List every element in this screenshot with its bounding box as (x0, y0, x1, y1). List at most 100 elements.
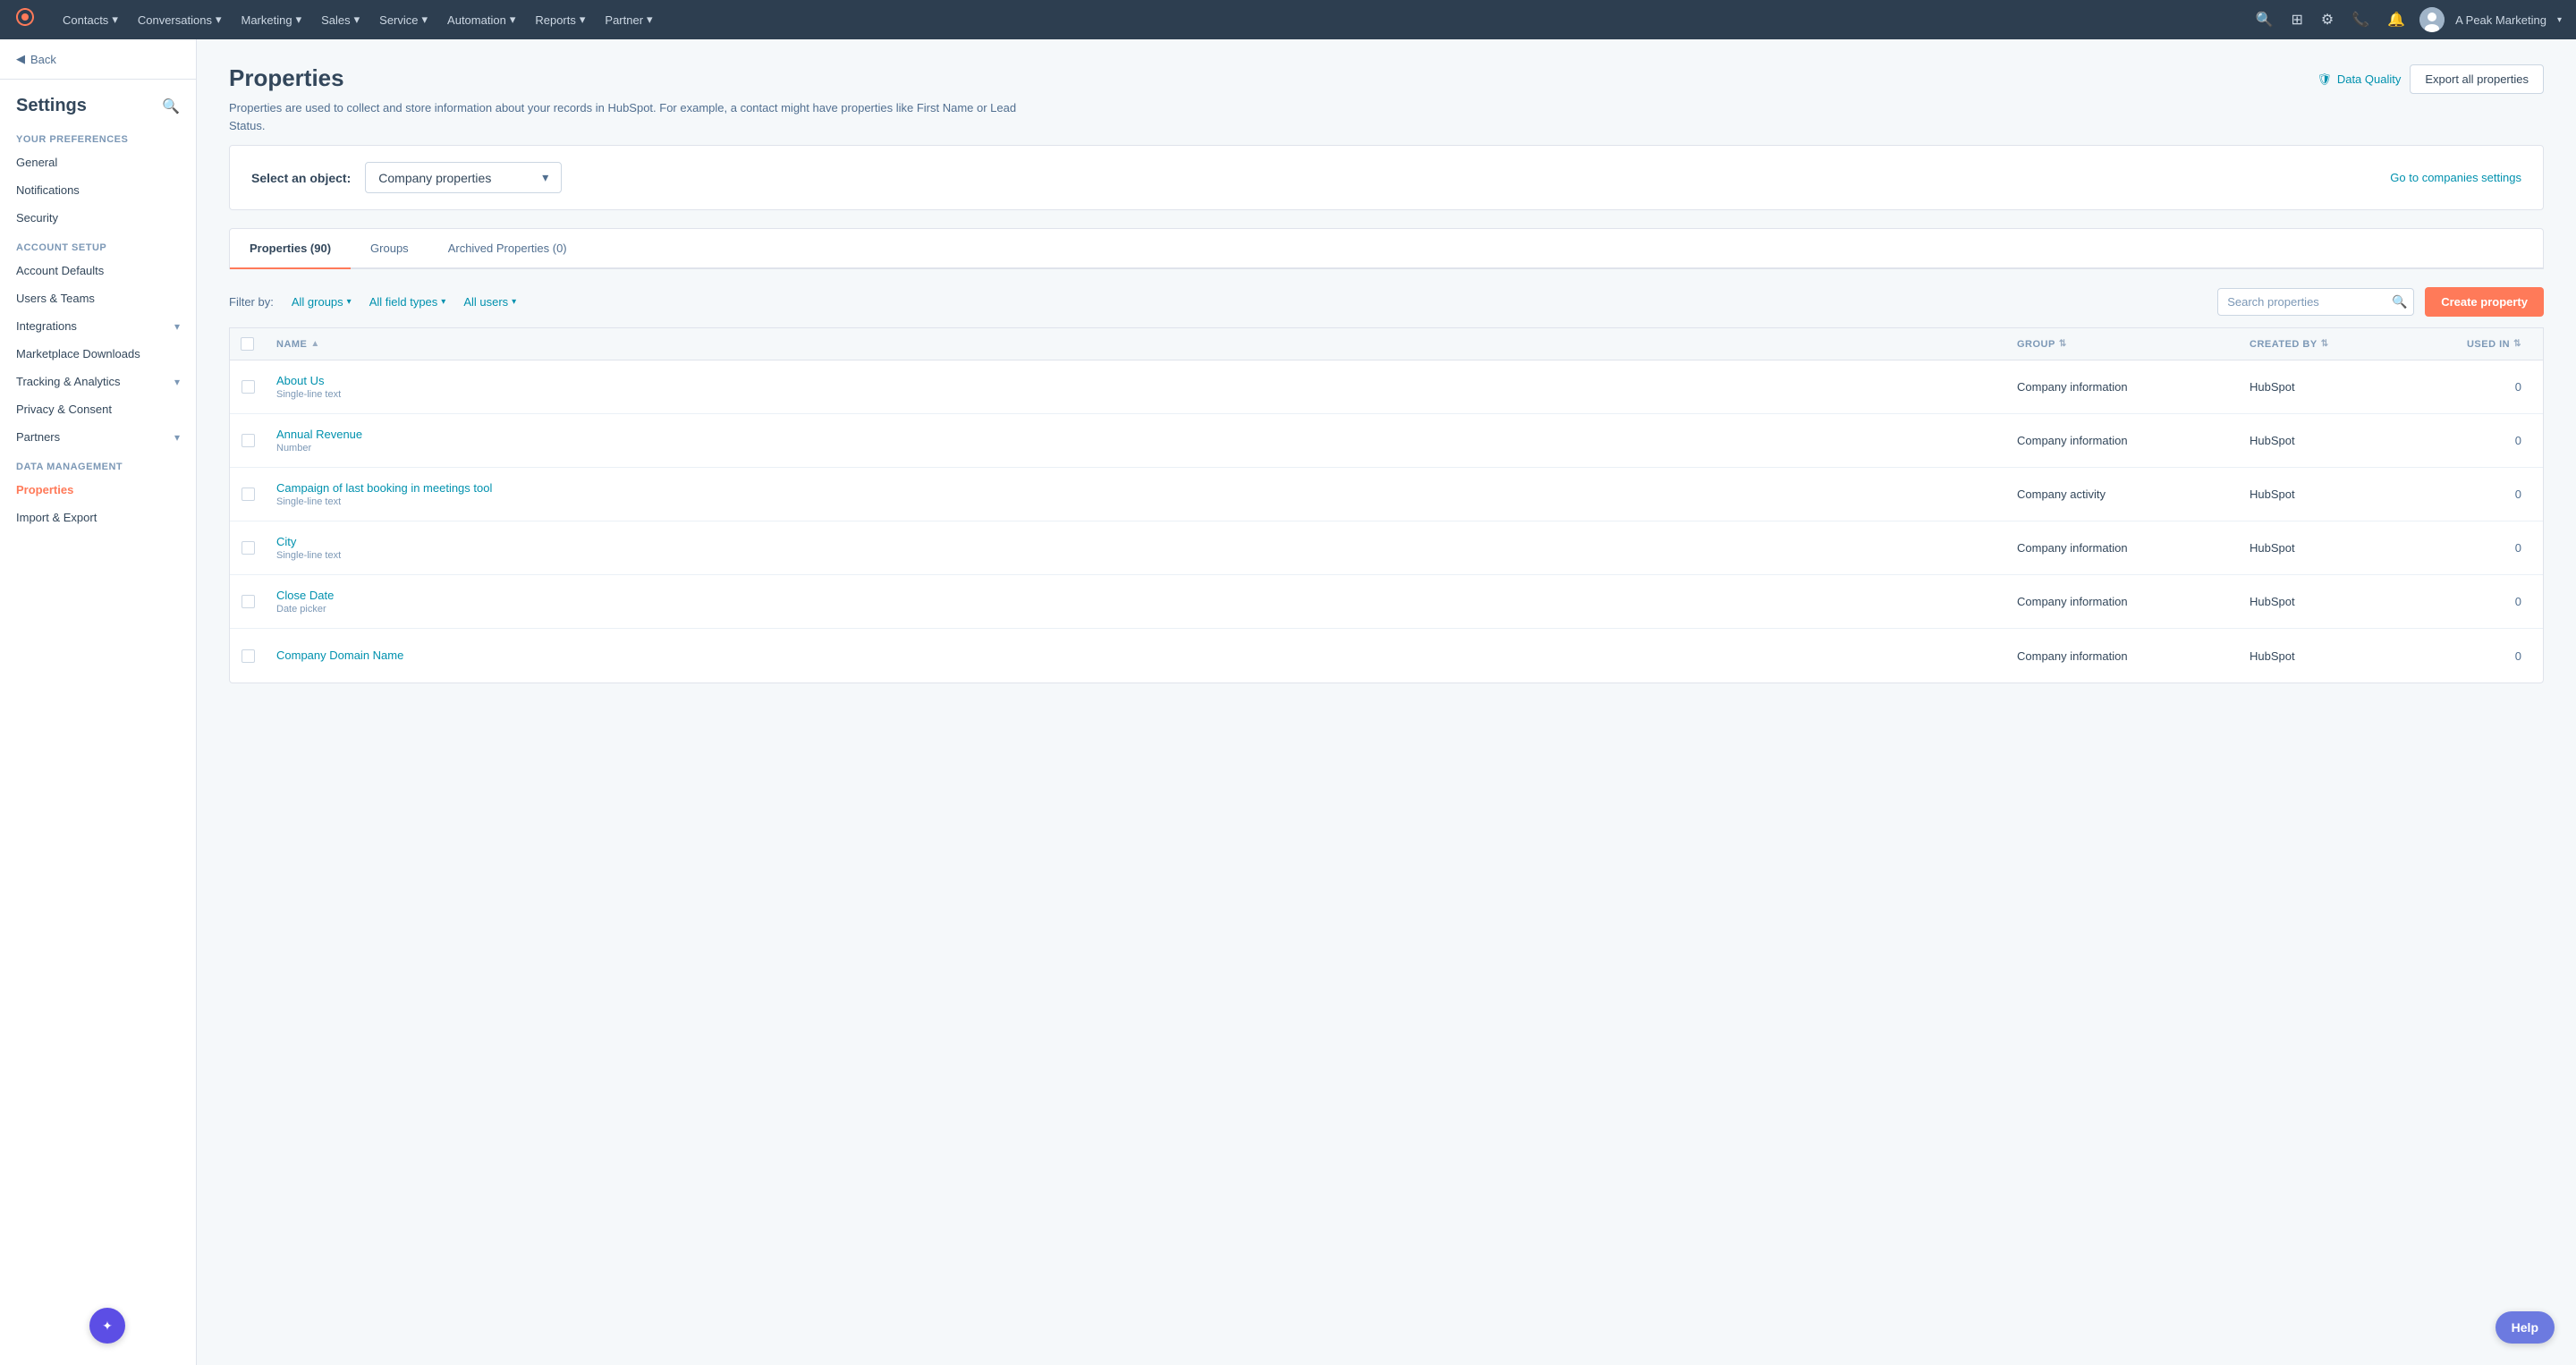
nav-contacts[interactable]: Contacts ▾ (54, 7, 127, 32)
nav-sales[interactable]: Sales ▾ (312, 7, 369, 32)
export-button[interactable]: Export all properties (2410, 64, 2544, 94)
hubspot-logo[interactable] (14, 6, 36, 33)
account-name[interactable]: A Peak Marketing (2455, 13, 2546, 27)
row-4-name[interactable]: Close Date (276, 589, 334, 602)
th-checkbox (230, 337, 266, 351)
sidebar-item-tracking[interactable]: Tracking & Analytics ▾ (0, 368, 196, 395)
row-0-checkbox[interactable] (242, 380, 255, 394)
created-by-sort-icon: ⇅ (2321, 339, 2329, 349)
table-row: Campaign of last booking in meetings too… (230, 468, 2543, 521)
th-name[interactable]: NAME ▲ (266, 337, 2006, 351)
sidebar-item-partners[interactable]: Partners ▾ (0, 423, 196, 451)
row-0-created-by: HubSpot (2239, 369, 2418, 404)
sidebar-item-security[interactable]: Security (0, 204, 196, 232)
filter-all-users[interactable]: All users ▾ (454, 290, 525, 314)
row-3-checkbox[interactable] (242, 541, 255, 555)
tab-groups[interactable]: Groups (351, 229, 428, 269)
ai-widget[interactable]: ✦ (89, 1308, 125, 1344)
table-row: Close Date Date picker Company informati… (230, 575, 2543, 629)
row-1-created-by: HubSpot (2239, 423, 2418, 458)
row-2-checkbox[interactable] (242, 488, 255, 501)
sidebar-item-general[interactable]: General (0, 148, 196, 176)
nav-partner[interactable]: Partner ▾ (596, 7, 661, 32)
filter-all-groups[interactable]: All groups ▾ (283, 290, 360, 314)
page-header-left: Properties Properties are used to collec… (229, 64, 1034, 134)
tracking-chevron: ▾ (174, 376, 180, 388)
nav-automation[interactable]: Automation ▾ (438, 7, 524, 32)
sidebar-item-marketplace[interactable]: Marketplace Downloads (0, 340, 196, 368)
nav-conversations[interactable]: Conversations ▾ (129, 7, 231, 32)
top-navigation: Contacts ▾ Conversations ▾ Marketing ▾ S… (0, 0, 2576, 39)
row-2-name-cell: Campaign of last booking in meetings too… (266, 471, 2006, 518)
th-created-by-label: CREATED BY (2250, 339, 2318, 350)
nav-reports[interactable]: Reports ▾ (526, 7, 594, 32)
filter-all-users-label: All users (463, 295, 508, 309)
main-content: Properties Properties are used to collec… (197, 39, 2576, 1365)
row-5-checkbox[interactable] (242, 649, 255, 663)
object-selected-value: Company properties (378, 171, 491, 185)
row-1-checkbox[interactable] (242, 434, 255, 447)
select-all-checkbox[interactable] (241, 337, 254, 351)
create-property-button[interactable]: Create property (2425, 287, 2544, 317)
search-icon: 🔍 (2392, 294, 2407, 309)
page-header-actions: 🛡 Data Quality Export all properties (2317, 64, 2544, 94)
row-2-created-by: HubSpot (2239, 477, 2418, 512)
sidebar-item-notifications[interactable]: Notifications (0, 176, 196, 204)
row-checkbox-3 (230, 530, 266, 565)
row-5-name[interactable]: Company Domain Name (276, 649, 403, 662)
account-chevron: ▾ (2557, 15, 2562, 25)
sidebar-item-integrations[interactable]: Integrations ▾ (0, 312, 196, 340)
row-2-group: Company activity (2006, 477, 2239, 512)
search-properties-wrapper: 🔍 (2217, 288, 2414, 316)
tab-archived[interactable]: Archived Properties (0) (428, 229, 587, 269)
row-5-name-cell: Company Domain Name (266, 638, 2006, 674)
phone-icon[interactable]: 📞 (2348, 7, 2373, 32)
row-1-name[interactable]: Annual Revenue (276, 428, 362, 441)
row-3-used-in: 0 (2418, 530, 2543, 565)
notifications-icon[interactable]: 🔔 (2384, 7, 2409, 32)
help-button[interactable]: Help (2496, 1311, 2555, 1344)
back-arrow: ◀ (16, 52, 25, 66)
data-quality-label: Data Quality (2337, 72, 2402, 86)
sidebar-search-icon[interactable]: 🔍 (162, 98, 180, 115)
th-used-in[interactable]: USED IN ⇅ (2418, 337, 2543, 351)
object-dropdown[interactable]: Company properties ▾ (365, 162, 562, 193)
row-5-used-in: 0 (2418, 639, 2543, 674)
row-4-checkbox[interactable] (242, 595, 255, 608)
all-users-chevron: ▾ (512, 297, 516, 307)
nav-service[interactable]: Service ▾ (370, 7, 436, 32)
th-created-by[interactable]: CREATED BY ⇅ (2239, 337, 2418, 351)
nav-marketing[interactable]: Marketing ▾ (232, 7, 310, 32)
sidebar-item-account-defaults[interactable]: Account Defaults (0, 257, 196, 284)
account-setup-section: Account Setup (0, 232, 196, 257)
th-group[interactable]: GROUP ⇅ (2006, 337, 2239, 351)
row-0-type: Single-line text (276, 389, 341, 400)
apps-icon[interactable]: ⊞ (2287, 7, 2306, 32)
row-0-name[interactable]: About Us (276, 374, 324, 387)
sidebar-title: Settings (16, 96, 87, 116)
row-2-name[interactable]: Campaign of last booking in meetings too… (276, 481, 492, 495)
row-3-name[interactable]: City (276, 535, 296, 548)
search-icon[interactable]: 🔍 (2252, 7, 2277, 32)
avatar[interactable] (2419, 7, 2445, 32)
back-button[interactable]: ◀ Back (0, 39, 196, 80)
sidebar-item-privacy[interactable]: Privacy & Consent (0, 395, 196, 423)
th-used-in-label: USED IN (2467, 339, 2510, 350)
search-input[interactable] (2227, 295, 2385, 309)
all-field-types-chevron: ▾ (441, 297, 445, 307)
sidebar-item-import-export[interactable]: Import & Export (0, 504, 196, 531)
all-groups-chevron: ▾ (347, 297, 352, 307)
filter-all-field-types[interactable]: All field types ▾ (360, 290, 455, 314)
go-to-companies-settings-link[interactable]: Go to companies settings (2390, 171, 2521, 184)
tab-properties[interactable]: Properties (90) (230, 229, 351, 269)
row-1-group: Company information (2006, 423, 2239, 458)
row-checkbox-4 (230, 584, 266, 619)
settings-icon[interactable]: ⚙ (2318, 7, 2337, 32)
data-quality-button[interactable]: 🛡 Data Quality (2317, 72, 2401, 87)
sidebar-item-properties[interactable]: Properties (0, 476, 196, 504)
data-management-section: Data Management (0, 451, 196, 476)
shield-icon: 🛡 (2317, 72, 2332, 87)
sidebar-item-users-teams[interactable]: Users & Teams (0, 284, 196, 312)
integrations-chevron: ▾ (174, 320, 180, 333)
row-checkbox-2 (230, 477, 266, 512)
